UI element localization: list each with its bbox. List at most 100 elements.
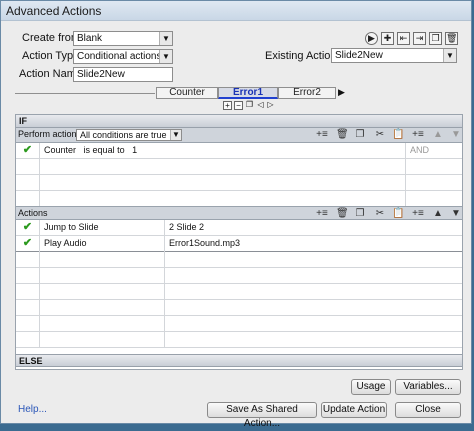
cut-icon[interactable]: ✂ xyxy=(374,207,386,220)
move-up-icon[interactable]: ▲ xyxy=(432,207,444,220)
move-down-icon[interactable]: ▼ xyxy=(450,207,462,220)
actions-grid: ✔ Jump to Slide 2 Slide 2 ✔ Play Audio E… xyxy=(16,220,462,354)
paste-icon[interactable]: 📋 xyxy=(392,207,404,220)
prev-decision-icon[interactable]: ◁ xyxy=(256,101,265,110)
empty-cell xyxy=(40,284,165,300)
usage-button[interactable]: Usage xyxy=(351,379,391,395)
paste-icon[interactable]: 📋 xyxy=(392,128,404,141)
if-toolbar: Perform action if: All conditions are tr… xyxy=(16,128,462,143)
add-decision-icon[interactable]: + xyxy=(223,101,232,110)
empty-cell xyxy=(40,300,165,316)
empty-cell xyxy=(16,191,40,207)
tab-error1[interactable]: Error1 xyxy=(218,87,278,99)
close-button[interactable]: Close xyxy=(395,402,461,418)
table-row[interactable] xyxy=(16,252,462,268)
condition-expression: Counter is equal to 1 xyxy=(40,143,406,159)
copy-icon[interactable]: ❐ xyxy=(354,128,366,141)
tab-error2[interactable]: Error2 xyxy=(278,87,336,99)
empty-cell xyxy=(16,268,40,284)
action-type-select[interactable]: Conditional actions ▼ xyxy=(73,49,173,64)
else-section-header[interactable]: ELSE xyxy=(16,354,462,367)
copy-icon[interactable]: ❐ xyxy=(354,207,366,220)
action-name: Jump to Slide xyxy=(40,220,165,236)
chevron-down-icon: ▼ xyxy=(443,49,456,62)
save-as-shared-action-button[interactable]: Save As Shared Action... xyxy=(207,402,317,429)
move-up-icon[interactable]: ▲ xyxy=(432,128,444,141)
empty-cell xyxy=(40,268,165,284)
window-title: Advanced Actions xyxy=(1,1,471,21)
conditions-grid: ✔ Counter is equal to 1 AND xyxy=(16,143,462,207)
action-name-input[interactable]: Slide2New xyxy=(73,67,173,82)
move-down-icon[interactable]: ▼ xyxy=(450,128,462,141)
check-icon: ✔ xyxy=(16,220,40,236)
trash-icon[interactable]: 🗑 xyxy=(336,128,349,141)
table-row[interactable] xyxy=(16,332,462,348)
empty-cell xyxy=(16,316,40,332)
empty-cell xyxy=(16,252,40,268)
empty-cell xyxy=(40,332,165,348)
export-action-icon[interactable]: ⇥ xyxy=(413,32,426,45)
add-action-icon[interactable]: ✚ xyxy=(381,32,394,45)
table-row[interactable] xyxy=(16,268,462,284)
cut-icon[interactable]: ✂ xyxy=(374,128,386,141)
actions-label: Actions xyxy=(18,208,48,218)
advanced-actions-window: Advanced Actions Create from: Blank ▼ Ac… xyxy=(0,0,472,429)
existing-actions-select[interactable]: Slide2New ▼ xyxy=(331,48,457,63)
next-decision-icon[interactable]: ▷ xyxy=(266,101,275,110)
check-icon: ✔ xyxy=(16,236,40,252)
empty-cell xyxy=(40,159,406,175)
empty-cell xyxy=(16,332,40,348)
import-action-icon[interactable]: ⇤ xyxy=(397,32,410,45)
insert-row-icon[interactable]: +≡ xyxy=(412,128,424,141)
empty-cell xyxy=(40,191,406,207)
preview-play-icon[interactable]: ▶ xyxy=(365,32,378,45)
existing-actions-value: Slide2New xyxy=(335,50,383,61)
action-target: Error1Sound.mp3 xyxy=(169,238,241,248)
if-section-header: IF xyxy=(16,115,462,128)
table-row[interactable]: ✔ Play Audio Error1Sound.mp3 xyxy=(16,236,462,252)
delete-action-icon[interactable]: 🗑 xyxy=(445,32,458,45)
table-row[interactable] xyxy=(16,316,462,332)
table-row[interactable] xyxy=(16,159,462,175)
trash-icon[interactable]: 🗑 xyxy=(336,207,349,220)
duplicate-action-icon[interactable]: ❐ xyxy=(429,32,442,45)
chevron-down-icon: ▼ xyxy=(159,50,172,63)
conditions-panel: IF Perform action if: All conditions are… xyxy=(15,114,463,370)
action-target: 2 Slide 2 xyxy=(169,222,205,232)
table-row[interactable] xyxy=(16,300,462,316)
table-row[interactable]: ✔ Counter is equal to 1 AND xyxy=(16,143,462,159)
check-icon: ✔ xyxy=(16,143,40,159)
empty-cell xyxy=(40,316,165,332)
variables-button[interactable]: Variables... xyxy=(395,379,461,395)
table-row[interactable] xyxy=(16,175,462,191)
empty-cell xyxy=(16,175,40,191)
tab-counter[interactable]: Counter xyxy=(156,87,218,99)
chevron-down-icon: ▼ xyxy=(170,130,181,140)
create-from-select[interactable]: Blank ▼ xyxy=(73,31,173,46)
table-row[interactable]: ✔ Jump to Slide 2 Slide 2 xyxy=(16,220,462,236)
create-from-value: Blank xyxy=(77,33,103,44)
table-row[interactable] xyxy=(16,191,462,207)
empty-cell xyxy=(16,300,40,316)
tab-divider-left xyxy=(15,93,155,94)
action-type-value: Conditional actions xyxy=(77,51,162,62)
insert-row-icon[interactable]: +≡ xyxy=(412,207,424,220)
insert-condition-icon[interactable]: +≡ xyxy=(316,128,328,141)
perform-action-select[interactable]: All conditions are true ▼ xyxy=(76,129,182,141)
empty-cell xyxy=(16,159,40,175)
empty-cell xyxy=(40,252,165,268)
tab-scroll-right-icon[interactable]: ▶ xyxy=(338,87,345,98)
table-row[interactable] xyxy=(16,284,462,300)
remove-decision-icon[interactable]: − xyxy=(234,101,243,110)
copy-decision-icon[interactable]: ❐ xyxy=(245,101,254,110)
update-action-button[interactable]: Update Action xyxy=(321,402,387,418)
action-name: Play Audio xyxy=(40,236,165,252)
condition-variable: Counter xyxy=(44,145,77,155)
perform-action-value: All conditions are true xyxy=(80,130,167,140)
condition-connector: AND xyxy=(410,145,430,155)
insert-action-icon[interactable]: +≡ xyxy=(316,207,328,220)
actions-toolbar: Actions +≡ 🗑 ❐ ✂ 📋 +≡ ▲ ▼ xyxy=(16,206,462,220)
condition-value: 1 xyxy=(132,145,138,155)
help-link[interactable]: Help... xyxy=(18,404,47,415)
condition-operator: is equal to xyxy=(83,145,125,155)
